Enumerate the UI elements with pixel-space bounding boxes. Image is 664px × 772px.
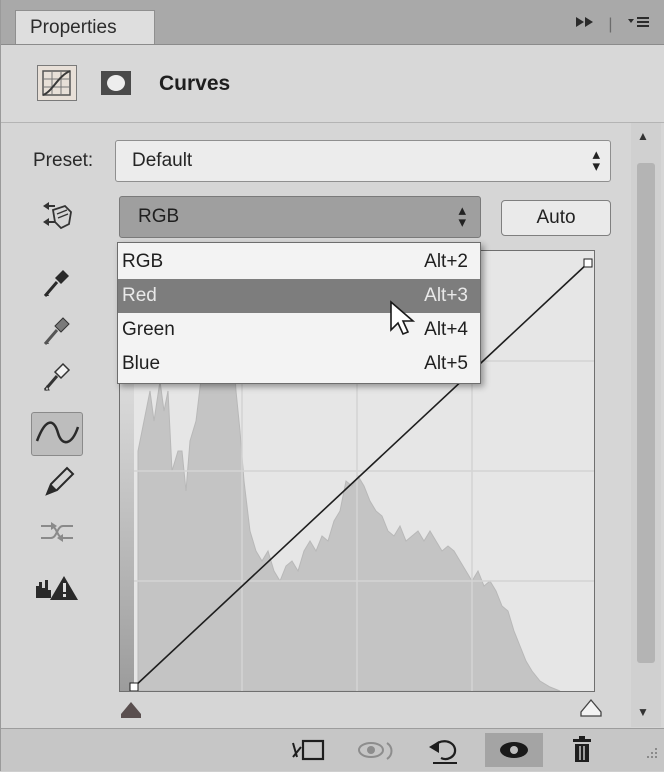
panel-menu-icon[interactable] — [627, 14, 651, 35]
menu-item-label: RGB — [122, 251, 164, 272]
scroll-thumb[interactable] — [637, 163, 655, 663]
menu-item-shortcut: Alt+2 — [424, 251, 468, 272]
panel-controls: | — [574, 14, 651, 35]
menu-item-red[interactable]: Red Alt+3 — [118, 279, 480, 313]
updown-arrows-icon: ▴ ▾ — [592, 146, 600, 175]
separator: | — [608, 15, 615, 33]
white-point-slider-icon[interactable] — [579, 698, 603, 725]
white-point-eyedropper-icon[interactable] — [31, 356, 83, 400]
edit-curve-points-icon[interactable] — [31, 412, 83, 456]
channel-dropdown-menu: RGB Alt+2 Red Alt+3 Green Alt+4 Blue Alt… — [117, 242, 481, 384]
preset-value: Default — [132, 150, 193, 171]
channel-value: RGB — [138, 206, 180, 227]
menu-item-blue[interactable]: Blue Alt+5 — [118, 347, 480, 381]
delete-icon[interactable] — [561, 733, 605, 767]
layer-mask-icon[interactable] — [97, 65, 137, 101]
menu-item-rgb[interactable]: RGB Alt+2 — [118, 245, 480, 279]
curves-adjustment-icon[interactable] — [37, 65, 77, 101]
reset-icon[interactable] — [423, 733, 467, 767]
draw-curve-pencil-icon[interactable] — [31, 462, 83, 506]
tab-properties[interactable]: Properties — [15, 10, 155, 44]
gray-point-eyedropper-icon[interactable] — [31, 310, 83, 354]
resize-grip-icon[interactable] — [645, 746, 659, 765]
menu-item-shortcut: Alt+3 — [424, 285, 468, 306]
panel-tab-bar: Properties | — [1, 0, 664, 45]
auto-button[interactable]: Auto — [501, 200, 611, 236]
curve-point-white — [583, 258, 593, 268]
preset-select[interactable]: Default ▴ ▾ — [115, 140, 611, 182]
scroll-up-icon[interactable]: ▲ — [637, 129, 649, 143]
view-previous-state-icon[interactable] — [353, 733, 397, 767]
adjustment-title: Curves — [159, 72, 231, 95]
collapse-icon[interactable] — [574, 15, 596, 34]
menu-item-label: Green — [122, 319, 175, 340]
channel-select[interactable]: RGB ▴ ▾ — [119, 196, 481, 238]
clip-to-layer-icon[interactable] — [287, 733, 331, 767]
black-point-eyedropper-icon[interactable] — [31, 262, 83, 306]
smooth-curve-icon[interactable] — [31, 512, 83, 556]
menu-item-shortcut: Alt+4 — [424, 319, 468, 340]
vertical-scrollbar[interactable]: ▲ ▼ — [631, 123, 661, 727]
black-point-slider-icon[interactable] — [119, 700, 143, 725]
properties-panel: Properties | Curves Preset: Default ▴ ▾ … — [0, 0, 664, 771]
preset-label: Preset: — [33, 150, 94, 171]
menu-item-shortcut: Alt+5 — [424, 353, 468, 374]
menu-item-label: Red — [122, 285, 157, 306]
curve-point-black — [129, 682, 139, 691]
targeted-adjustment-icon[interactable] — [31, 196, 83, 240]
bottom-toolbar — [1, 728, 664, 771]
updown-arrows-icon: ▴ ▾ — [458, 202, 466, 231]
menu-item-green[interactable]: Green Alt+4 — [118, 313, 480, 347]
mouse-cursor-icon — [389, 300, 419, 345]
menu-item-label: Blue — [122, 353, 161, 374]
clipping-warning-icon[interactable] — [31, 568, 83, 612]
toggle-visibility-icon[interactable] — [485, 733, 543, 767]
scroll-down-icon[interactable]: ▼ — [637, 705, 649, 719]
adjustment-header: Curves — [1, 45, 664, 123]
